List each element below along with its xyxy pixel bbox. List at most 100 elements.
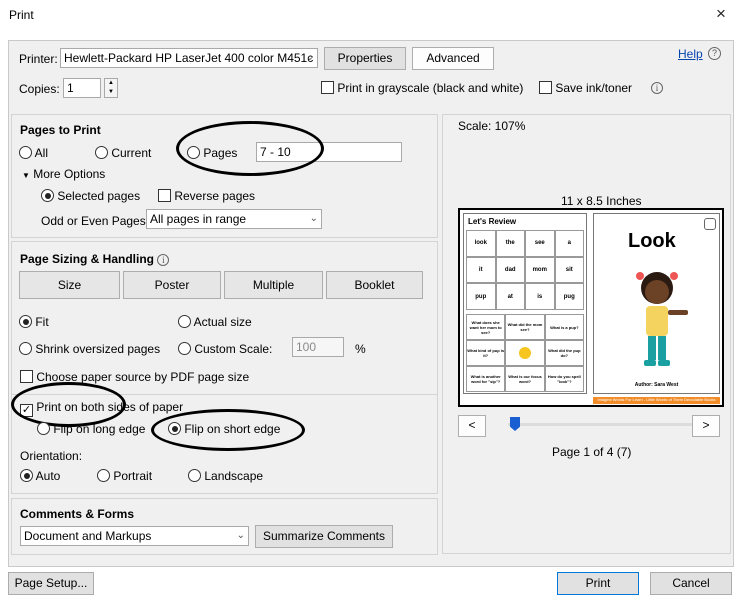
advanced-button[interactable]: Advanced [412, 47, 494, 70]
auto-label: Auto [35, 469, 61, 483]
auto-option[interactable]: Auto [20, 469, 60, 483]
landscape-option[interactable]: Landscape [188, 469, 263, 483]
portrait-label: Portrait [113, 469, 153, 483]
flip-long-option[interactable]: Flip on long edge [37, 422, 145, 436]
selected-pages-radio[interactable] [41, 189, 54, 202]
landscape-radio[interactable] [188, 469, 201, 482]
question-cell: What is another word for "sip"? [466, 366, 506, 392]
properties-button[interactable]: Properties [324, 47, 406, 70]
annotation-circle [176, 121, 324, 176]
odd-even-select[interactable]: All pages in range ⌄ [146, 209, 322, 229]
grayscale-label: Print in grayscale (black and white) [337, 81, 524, 95]
chevron-down-icon: ⌄ [236, 530, 245, 541]
odd-even-value: All pages in range [150, 212, 247, 226]
prev-page-button[interactable]: < [458, 415, 486, 437]
word-cell: see [525, 230, 555, 257]
word-grid: look the see a it dad mom sit pup at is pug [466, 230, 584, 310]
save-ink-label: Save ink/toner [555, 81, 633, 95]
summarize-comments-button[interactable]: Summarize Comments [255, 525, 393, 548]
save-ink-option[interactable]: Save ink/toner [539, 81, 632, 95]
word-cell: a [554, 230, 584, 257]
actual-size-option[interactable]: Actual size [178, 315, 252, 329]
actual-size-radio[interactable] [178, 315, 191, 328]
flip-long-label: Flip on long edge [53, 422, 146, 436]
shrink-radio[interactable] [19, 342, 32, 355]
question-cell: What is our focus word? [505, 366, 545, 392]
page-setup-button[interactable]: Page Setup... [8, 572, 94, 595]
comments-forms-heading: Comments & Forms [20, 507, 135, 521]
actual-size-label: Actual size [193, 315, 252, 329]
info-icon[interactable]: i [157, 254, 170, 266]
close-icon[interactable]: × [716, 4, 726, 24]
expand-arrow-icon: ▼ [22, 171, 30, 180]
portrait-radio[interactable] [97, 469, 110, 482]
more-options-label: More Options [33, 167, 106, 181]
stamp-icon [704, 218, 716, 230]
flip-long-radio[interactable] [37, 422, 50, 435]
portrait-option[interactable]: Portrait [97, 469, 152, 483]
word-cell: is [525, 283, 555, 310]
question-cell: How do you spell "look"? [544, 366, 584, 392]
size-button[interactable]: Size [19, 271, 120, 299]
word-cell: pup [466, 283, 496, 310]
auto-radio[interactable] [20, 469, 33, 482]
printer-select[interactable]: Hewlett-Packard HP LaserJet 400 color M4… [60, 48, 318, 68]
save-ink-checkbox[interactable] [539, 81, 552, 94]
grayscale-option[interactable]: Print in grayscale (black and white) [321, 81, 523, 95]
question-cell: What is a pup? [544, 314, 584, 340]
choose-source-checkbox[interactable] [20, 370, 33, 383]
reverse-pages-option[interactable]: Reverse pages [158, 189, 255, 203]
grayscale-checkbox[interactable] [321, 81, 334, 94]
preview-right-title: Look [628, 230, 676, 252]
custom-scale-input[interactable]: 100 [292, 337, 344, 357]
fit-option[interactable]: Fit [19, 315, 49, 329]
question-grid: What does she want her mom to see? What d… [466, 314, 584, 392]
reverse-pages-label: Reverse pages [174, 189, 256, 203]
fit-radio[interactable] [19, 315, 32, 328]
poster-button[interactable]: Poster [123, 271, 221, 299]
question-cell: What does she want her mom to see? [466, 314, 506, 340]
page-preview: Let's Review look the see a it dad mom sit pup at… [458, 208, 724, 407]
page-slider[interactable] [508, 423, 693, 426]
next-page-button[interactable]: > [692, 415, 720, 437]
fit-label: Fit [35, 315, 49, 329]
info-icon[interactable]: i [651, 82, 663, 94]
question-cell: What kind of pup is it? [466, 340, 506, 366]
help-icon[interactable]: ? [708, 47, 721, 60]
more-options-toggle[interactable]: ▼ More Options [22, 167, 105, 181]
window-title: Print [9, 8, 34, 22]
current-option[interactable]: Current [95, 146, 151, 160]
shrink-label: Shrink oversized pages [35, 342, 161, 356]
cancel-button[interactable]: Cancel [650, 572, 732, 595]
word-cell: pug [554, 283, 584, 310]
preview-left-title: Let's Review [468, 217, 517, 226]
word-cell: sit [554, 256, 584, 284]
comments-select[interactable]: Document and Markups ⌄ [20, 526, 249, 546]
multiple-button[interactable]: Multiple [224, 271, 323, 299]
lightbulb-icon [505, 340, 545, 366]
preview-left-page: Let's Review look the see a it dad mom sit pup at… [463, 213, 587, 394]
current-radio[interactable] [95, 146, 108, 159]
all-radio[interactable] [19, 146, 32, 159]
word-cell: it [466, 256, 496, 284]
word-cell: mom [525, 256, 555, 284]
percent-label: % [355, 342, 366, 356]
page-sizing-heading: Page Sizing & Handling i [20, 252, 170, 266]
selected-pages-option[interactable]: Selected pages [41, 189, 140, 203]
copies-input[interactable]: 1 [63, 78, 101, 98]
booklet-button[interactable]: Booklet [326, 271, 423, 299]
printer-value: Hewlett-Packard HP LaserJet 400 color M4… [64, 51, 314, 65]
reverse-pages-checkbox[interactable] [158, 189, 171, 202]
selected-pages-label: Selected pages [57, 189, 141, 203]
copies-stepper[interactable]: ▲ ▼ [104, 78, 118, 98]
shrink-option[interactable]: Shrink oversized pages [19, 342, 160, 356]
word-cell: dad [495, 256, 525, 284]
custom-scale-option[interactable]: Custom Scale: [178, 342, 272, 356]
custom-scale-radio[interactable] [178, 342, 191, 355]
help-link[interactable]: Help [678, 47, 703, 61]
all-option[interactable]: All [19, 146, 48, 160]
copies-label: Copies: [19, 82, 60, 96]
page-sizing-title: Page Sizing & Handling [20, 252, 155, 266]
current-label: Current [111, 146, 152, 160]
print-button[interactable]: Print [557, 572, 639, 595]
